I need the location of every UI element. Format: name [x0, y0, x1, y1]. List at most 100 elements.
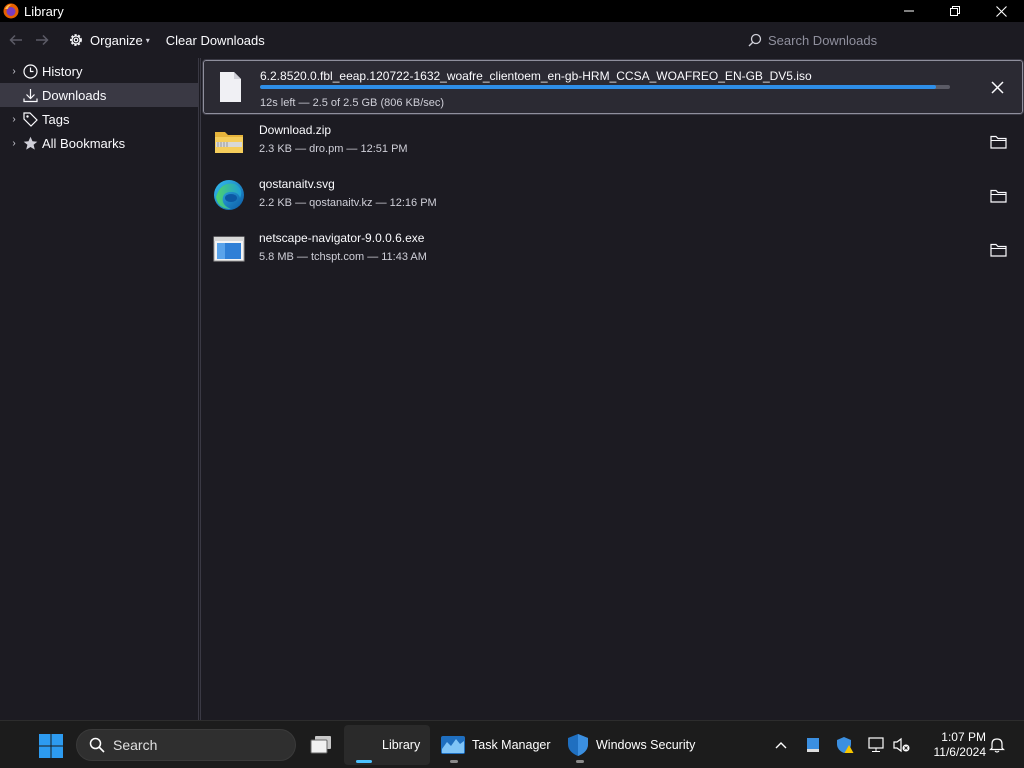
notifications-button[interactable]: [985, 733, 1009, 757]
sidebar-item-downloads[interactable]: › Downloads: [0, 83, 198, 107]
tag-icon: [22, 111, 38, 127]
close-icon: [990, 80, 1004, 94]
sidebar-item-history[interactable]: › History: [0, 59, 198, 83]
search-downloads-input[interactable]: [768, 32, 1008, 48]
arrow-left-icon: [9, 34, 22, 46]
taskbar-running-indicator: [450, 760, 458, 763]
close-icon: [995, 5, 1007, 17]
taskbar-search-box[interactable]: Search: [76, 729, 296, 761]
taskbar-running-indicator: [576, 760, 584, 763]
window-title: Library: [24, 3, 64, 19]
chevron-right-icon[interactable]: ›: [6, 114, 22, 125]
search-icon: [89, 737, 105, 753]
clock-time: 1:07 PM: [941, 730, 986, 744]
tray-volume-button[interactable]: [890, 733, 914, 757]
folder-icon: [989, 135, 1007, 149]
clock-date: 11/6/2024: [933, 745, 987, 759]
windows-start-icon[interactable]: [38, 733, 64, 759]
tray-security-warning-button[interactable]: [833, 733, 857, 757]
sidebar-item-label: Downloads: [42, 87, 107, 103]
download-status: 2.3 KB — dro.pm — 12:51 PM: [259, 143, 408, 155]
download-filename: Download.zip: [259, 123, 332, 137]
search-icon: [748, 33, 762, 47]
download-item-active[interactable]: 6.2.8520.0.fbl_eeap.120722-1632_woafre_c…: [202, 59, 1024, 115]
star-icon: [22, 135, 38, 151]
window-titlebar: Library: [0, 0, 1024, 22]
window-controls: [886, 0, 1024, 22]
chevron-up-icon: [775, 742, 787, 749]
sidebar-item-label: Tags: [42, 111, 70, 127]
windows-taskbar: Search Library Task Manager Windows Secu…: [0, 720, 1024, 768]
bell-icon: [989, 738, 1005, 753]
forward-button[interactable]: [29, 27, 55, 53]
minimize-button[interactable]: [886, 0, 932, 22]
clear-downloads-label: Clear Downloads: [165, 32, 265, 48]
taskbar-active-indicator: [356, 760, 372, 763]
shield-warning-icon: [837, 737, 854, 753]
chevron-down-icon: ▾: [145, 35, 150, 45]
organize-label: Organize: [90, 32, 143, 48]
show-hidden-icons-button[interactable]: [769, 733, 793, 757]
download-status: 2.2 KB — qostanaitv.kz — 12:16 PM: [259, 197, 437, 209]
download-icon: [22, 87, 38, 103]
arrow-right-icon: [36, 34, 49, 46]
download-item[interactable]: qostanaitv.svg 2.2 KB — qostanaitv.kz — …: [203, 169, 1023, 223]
download-status: 12s left — 2.5 of 2.5 GB (806 KB/sec): [260, 97, 445, 109]
clock-icon: [22, 63, 38, 79]
volume-muted-icon: [893, 737, 910, 753]
sidebar-item-all-bookmarks[interactable]: › All Bookmarks: [0, 131, 198, 155]
clear-downloads-button[interactable]: Clear Downloads: [161, 26, 270, 54]
task-view-icon: [310, 736, 331, 754]
download-filename: netscape-navigator-9.0.0.6.exe: [259, 231, 425, 245]
taskbar-clock[interactable]: 1:07 PM 11/6/2024: [916, 730, 987, 760]
gear-icon: [70, 34, 82, 46]
restore-button[interactable]: [932, 0, 978, 22]
shield-icon: [568, 734, 588, 756]
download-filename: 6.2.8520.0.fbl_eeap.120722-1632_woafre_c…: [260, 69, 812, 83]
edge-icon: [214, 180, 244, 210]
tray-storage-icon-button[interactable]: [801, 733, 825, 757]
taskbar-app-label: Library: [382, 738, 421, 752]
sidebar-item-label: History: [42, 63, 83, 79]
taskbar-search-label: Search: [113, 737, 158, 753]
tray-network-button[interactable]: [865, 733, 889, 757]
open-folder-button[interactable]: [987, 185, 1009, 207]
chevron-right-icon[interactable]: ›: [6, 66, 22, 77]
download-progress-fill: [260, 85, 937, 89]
folder-icon: [989, 243, 1007, 257]
task-manager-icon: [441, 736, 465, 754]
download-item[interactable]: Download.zip 2.3 KB — dro.pm — 12:51 PM: [203, 115, 1023, 169]
taskbar-app-windows-security[interactable]: Windows Security: [562, 725, 712, 765]
sidebar-item-tags[interactable]: › Tags: [0, 107, 198, 131]
open-folder-button[interactable]: [987, 131, 1009, 153]
download-status: 5.8 MB — tchspt.com — 11:43 AM: [259, 251, 427, 263]
open-folder-button[interactable]: [987, 239, 1009, 261]
taskbar-app-task-manager[interactable]: Task Manager: [436, 725, 556, 765]
zip-folder-icon: [215, 132, 243, 153]
library-toolbar: Organize ▾ Clear Downloads: [0, 22, 1024, 58]
restore-icon: [950, 6, 960, 16]
drive-icon: [807, 738, 819, 752]
firefox-icon: [3, 3, 19, 19]
exe-window-icon: [213, 236, 245, 262]
folder-icon: [989, 189, 1007, 203]
taskbar-app-label: Task Manager: [472, 738, 551, 752]
sidebar-item-label: All Bookmarks: [42, 135, 126, 151]
close-window-button[interactable]: [978, 0, 1024, 22]
taskbar-app-label: Windows Security: [596, 738, 696, 752]
minimize-icon: [904, 10, 914, 12]
task-view-button[interactable]: [304, 725, 338, 765]
search-downloads-box[interactable]: [742, 27, 1018, 53]
downloads-list: 6.2.8520.0.fbl_eeap.120722-1632_woafre_c…: [200, 58, 1024, 720]
download-filename: qostanaitv.svg: [259, 177, 335, 191]
organize-button[interactable]: Organize ▾: [63, 26, 155, 54]
taskbar-app-library[interactable]: Library: [344, 725, 430, 765]
network-icon: [868, 737, 884, 752]
cancel-download-button[interactable]: [986, 76, 1008, 98]
download-item[interactable]: netscape-navigator-9.0.0.6.exe 5.8 MB — …: [203, 223, 1023, 277]
back-button[interactable]: [3, 27, 29, 53]
library-sidebar: › History › Downloads › Tags › All Bookm…: [0, 58, 199, 720]
chevron-right-icon[interactable]: ›: [6, 138, 22, 149]
download-progress-bar: [260, 85, 950, 89]
generic-file-icon: [220, 72, 241, 102]
